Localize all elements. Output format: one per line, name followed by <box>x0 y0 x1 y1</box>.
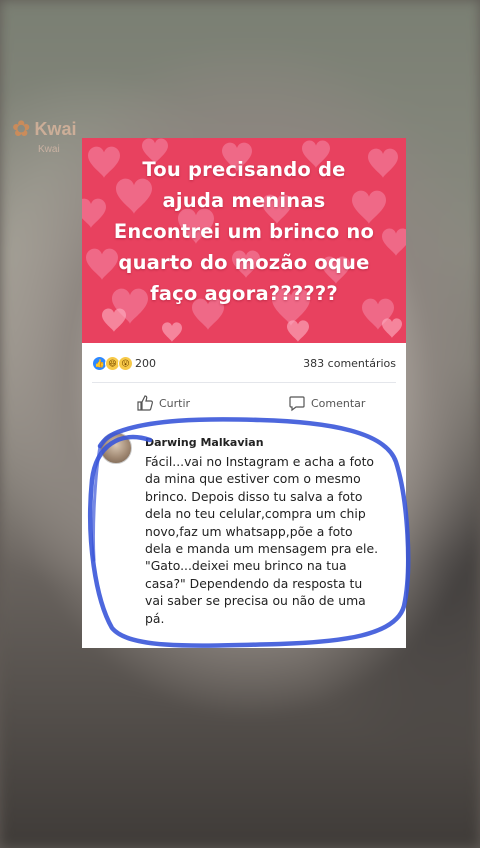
post-background: Tou precisando de ajuda meninas Encontre… <box>82 138 406 343</box>
kwai-watermark-name: Kwai <box>34 118 77 139</box>
comment-button[interactable]: Comentar <box>288 394 365 412</box>
post-text-line: quarto do mozão oque <box>118 251 370 274</box>
like-button[interactable]: Curtir <box>136 394 190 412</box>
thumbs-up-icon <box>137 395 153 411</box>
post-text-line: faço agora?????? <box>150 282 338 305</box>
comments-count[interactable]: 383 comentários <box>303 357 396 370</box>
like-label: Curtir <box>159 396 191 410</box>
comment-icon <box>289 396 305 412</box>
reaction-icons: 👍 😆 😮 <box>92 356 133 371</box>
reaction-count: 200 <box>135 357 156 370</box>
post-text-line: Tou precisando de <box>142 158 346 181</box>
comment-text: Fácil...vai no Instagram e acha a foto d… <box>145 454 379 626</box>
divider <box>92 382 396 383</box>
wow-reaction-icon: 😮 <box>118 356 133 371</box>
post-text: Tou precisando de ajuda meninas Encontre… <box>82 154 406 309</box>
post-text-line: Encontrei um brinco no <box>113 220 375 243</box>
kwai-logo-icon: ✿ <box>12 116 31 141</box>
kwai-watermark: ✿ Kwai Kwai <box>12 116 77 155</box>
facebook-post-card: Tou precisando de ajuda meninas Encontre… <box>82 138 406 648</box>
avatar[interactable] <box>100 432 132 464</box>
reactions-summary[interactable]: 👍 😆 😮 200 <box>92 356 156 371</box>
post-text-line: ajuda meninas <box>162 189 326 212</box>
comment-label: Comentar <box>311 396 366 410</box>
comment-author[interactable]: Darwing Malkavian <box>145 436 264 449</box>
kwai-watermark-sub: Kwai <box>38 144 60 155</box>
